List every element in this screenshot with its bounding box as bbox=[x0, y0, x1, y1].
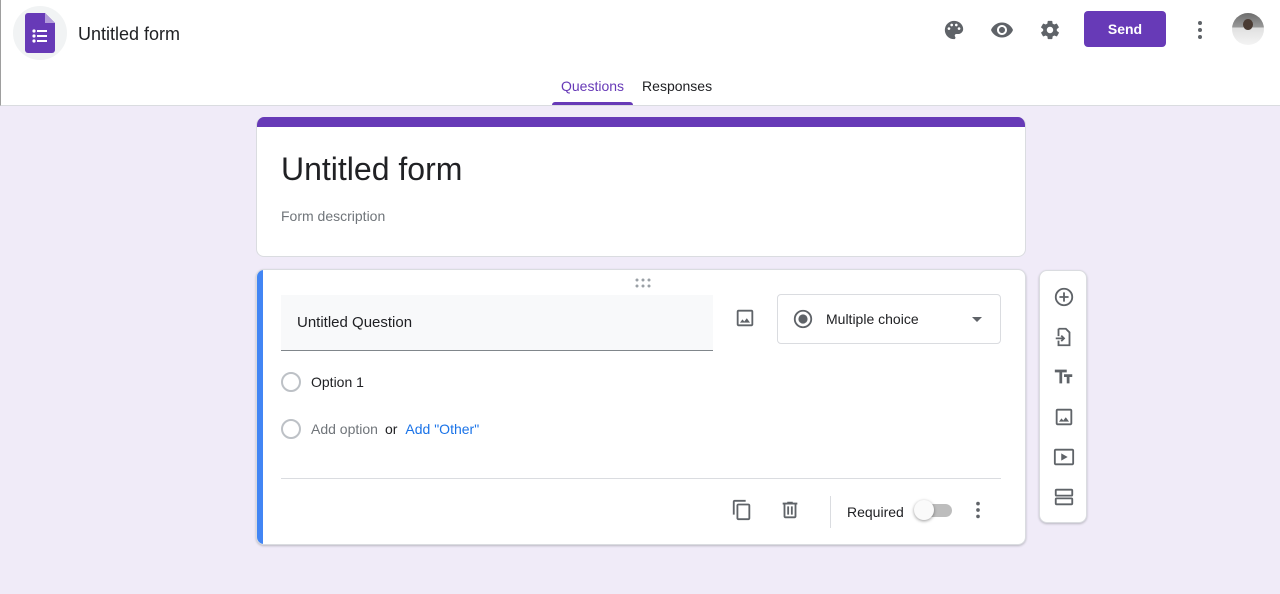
settings-gear-icon[interactable] bbox=[1034, 14, 1066, 46]
question-card-accent bbox=[257, 270, 263, 544]
drag-handle-icon[interactable] bbox=[635, 278, 651, 288]
add-video-icon[interactable] bbox=[1048, 441, 1080, 473]
radio-button-icon bbox=[793, 309, 813, 329]
question-type-label: Multiple choice bbox=[826, 311, 919, 327]
import-questions-icon[interactable] bbox=[1048, 321, 1080, 353]
forms-logo[interactable] bbox=[13, 6, 67, 60]
palette-icon[interactable] bbox=[938, 14, 970, 46]
footer-vertical-divider bbox=[830, 496, 831, 528]
form-description-field[interactable]: Form description bbox=[281, 208, 385, 224]
form-title[interactable]: Untitled form bbox=[281, 151, 462, 188]
radio-icon bbox=[281, 372, 301, 392]
form-title-card: Untitled form Form description bbox=[256, 117, 1026, 257]
question-title-input[interactable]: Untitled Question bbox=[281, 295, 713, 351]
title-card-accent bbox=[257, 117, 1025, 127]
option-row: Option 1 bbox=[281, 370, 364, 394]
add-title-icon[interactable] bbox=[1048, 361, 1080, 393]
document-title[interactable]: Untitled form bbox=[78, 24, 180, 45]
account-avatar[interactable] bbox=[1232, 13, 1264, 45]
more-vert-icon[interactable] bbox=[1184, 14, 1216, 46]
add-section-icon[interactable] bbox=[1048, 481, 1080, 513]
add-option-row: Add option or Add "Other" bbox=[281, 417, 479, 441]
delete-icon[interactable] bbox=[774, 494, 806, 526]
question-footer-divider bbox=[281, 478, 1001, 479]
add-option-button[interactable]: Add option bbox=[311, 421, 378, 437]
option-label[interactable]: Option 1 bbox=[311, 374, 364, 390]
more-vert-icon[interactable] bbox=[962, 494, 994, 526]
add-question-icon[interactable] bbox=[1048, 281, 1080, 313]
preview-eye-icon[interactable] bbox=[986, 14, 1018, 46]
question-card[interactable]: Untitled Question Multiple choice Option… bbox=[256, 269, 1026, 545]
duplicate-icon[interactable] bbox=[726, 494, 758, 526]
required-label: Required bbox=[847, 504, 904, 520]
radio-icon bbox=[281, 419, 301, 439]
toggle-thumb bbox=[914, 500, 934, 520]
google-forms-icon bbox=[25, 13, 55, 53]
tab-questions[interactable]: Questions bbox=[552, 68, 634, 105]
floating-toolbar bbox=[1039, 270, 1087, 523]
required-toggle[interactable] bbox=[914, 500, 954, 520]
question-type-select[interactable]: Multiple choice bbox=[777, 294, 1001, 344]
app-header: Untitled form Send Questions Responses bbox=[0, 0, 1280, 106]
send-button[interactable]: Send bbox=[1084, 11, 1166, 47]
add-image-icon[interactable] bbox=[729, 302, 761, 334]
add-image-icon[interactable] bbox=[1048, 401, 1080, 433]
or-label: or bbox=[384, 421, 398, 437]
chevron-down-icon bbox=[972, 317, 982, 322]
form-tabs: Questions Responses bbox=[552, 68, 721, 105]
tab-responses[interactable]: Responses bbox=[633, 68, 721, 105]
add-other-button[interactable]: Add "Other" bbox=[405, 421, 479, 437]
